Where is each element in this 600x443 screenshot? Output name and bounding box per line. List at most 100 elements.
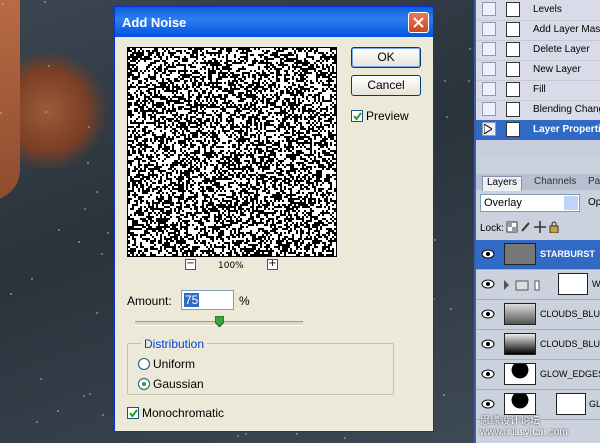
layer-name: STARBURST (540, 249, 595, 259)
layers-panel: Layers Channels Paths Overlay Opacity Lo… (474, 158, 600, 443)
canvas-speck (88, 126, 90, 128)
distribution-label: Distribution (141, 337, 208, 351)
layer-row[interactable]: CLOUDS_BLUR (476, 330, 600, 360)
ok-button[interactable]: OK (351, 47, 421, 68)
amount-value: 75 (184, 293, 200, 307)
canvas-speck (101, 253, 103, 255)
tab-channels[interactable]: Channels (530, 176, 580, 190)
noise-preview[interactable] (127, 47, 337, 257)
snapshot-checkbox[interactable] (482, 62, 496, 76)
eye-icon[interactable] (481, 279, 495, 289)
canvas-speck (10, 293, 12, 295)
history-item-label: Levels (533, 4, 562, 15)
snapshot-checkbox[interactable] (482, 82, 496, 96)
move-icon[interactable] (534, 221, 546, 233)
history-item[interactable]: Levels (476, 0, 600, 21)
layer-row[interactable]: STARBURST (476, 240, 600, 270)
radio-selected-dot (142, 382, 146, 386)
snapshot-checkbox[interactable] (482, 22, 496, 36)
layer-row[interactable]: GLOW_EDGES (476, 360, 600, 390)
monochromatic-label: Monochromatic (142, 406, 225, 420)
layer-thumbnail (504, 363, 536, 385)
gaussian-radio[interactable] (138, 378, 150, 390)
history-item[interactable]: Add Layer Mask (476, 20, 600, 41)
snapshot-checkbox[interactable] (482, 102, 496, 116)
history-item[interactable]: Blending Change (476, 100, 600, 121)
layer-name: GLOW (589, 399, 600, 409)
canvas-speck (444, 80, 446, 82)
layer-name: GLOW_EDGES (540, 369, 600, 379)
canvas-speck (31, 278, 33, 280)
history-state-arrow-icon (484, 124, 492, 134)
history-step-icon (506, 22, 520, 37)
canvas-speck (237, 435, 239, 437)
canvas-speck (58, 229, 60, 231)
eye-icon[interactable] (481, 309, 495, 319)
eye-icon[interactable] (481, 249, 495, 259)
watermark-text-2: UiBQ.CoM (508, 427, 552, 437)
zoom-in-button[interactable]: + (267, 259, 278, 270)
gaussian-label: Gaussian (153, 377, 204, 391)
tab-layers[interactable]: Layers (482, 176, 523, 191)
preview-checkbox[interactable] (351, 110, 363, 122)
monochromatic-checkbox[interactable] (127, 407, 139, 419)
add-noise-dialog: Add Noise − 100% + OK Cancel Preview Amo… (114, 6, 434, 432)
amount-input[interactable]: 75 (181, 290, 234, 310)
canvas-speck (45, 111, 47, 113)
canvas-speck (57, 410, 59, 412)
history-item-label: New Layer (533, 64, 581, 75)
canvas-speck (344, 437, 346, 439)
history-item[interactable]: Fill (476, 80, 600, 101)
opacity-label: Opacity (588, 197, 600, 208)
canvas-speck (434, 239, 436, 241)
lock-icon[interactable] (548, 221, 560, 233)
layer-name: CLOUDS_BLUR (540, 339, 600, 349)
layer-name: WATER (592, 279, 600, 289)
history-panel: Levels Add Layer Mask Delete Layer New L… (474, 0, 600, 158)
canvas-speck (89, 393, 91, 395)
canvas-speck (468, 80, 470, 82)
tab-paths[interactable]: Paths (584, 176, 600, 190)
history-step-icon (506, 2, 520, 17)
canvas-figure (0, 0, 20, 200)
close-icon (413, 17, 424, 28)
close-button[interactable] (408, 12, 429, 33)
layer-name: CLOUDS_BLUR (540, 309, 600, 319)
history-item-label: Delete Layer (533, 44, 590, 55)
canvas-speck (78, 241, 80, 243)
history-step-icon (506, 62, 520, 77)
layer-row[interactable]: WATER (476, 270, 600, 300)
canvas-speck (48, 65, 50, 67)
uniform-radio[interactable] (138, 358, 150, 370)
lock-label: Lock: (480, 223, 504, 234)
canvas-speck (469, 48, 471, 50)
zoom-level: 100% (218, 261, 244, 271)
snapshot-checkbox[interactable] (482, 2, 496, 16)
lock-transparency-icon[interactable] (506, 221, 518, 233)
layer-row[interactable]: CLOUDS_BLUR (476, 300, 600, 330)
history-item[interactable]: New Layer (476, 60, 600, 81)
amount-slider-thumb[interactable] (214, 316, 224, 327)
title-bar[interactable]: Add Noise (115, 7, 433, 37)
checkmark-icon (129, 409, 138, 418)
brush-icon[interactable] (520, 221, 532, 233)
canvas-speck (84, 208, 86, 210)
eye-icon[interactable] (481, 399, 495, 409)
blend-mode-value: Overlay (484, 197, 522, 209)
history-item[interactable]: Delete Layer (476, 40, 600, 61)
blend-mode-select[interactable]: Overlay (480, 194, 580, 212)
eye-icon[interactable] (481, 369, 495, 379)
canvas-speck (296, 433, 298, 435)
snapshot-checkbox[interactable] (482, 42, 496, 56)
layer-mask-thumbnail (558, 273, 588, 295)
dialog-title: Add Noise (122, 15, 187, 30)
cancel-button[interactable]: Cancel (351, 75, 421, 96)
canvas-speck (0, 112, 2, 114)
history-item-selected[interactable]: Layer Properties (476, 120, 600, 141)
zoom-out-button[interactable]: − (185, 259, 196, 270)
uniform-label: Uniform (153, 357, 196, 371)
canvas-speck (96, 312, 98, 314)
history-step-icon (506, 82, 520, 97)
canvas-speck (83, 395, 85, 397)
eye-icon[interactable] (481, 339, 495, 349)
